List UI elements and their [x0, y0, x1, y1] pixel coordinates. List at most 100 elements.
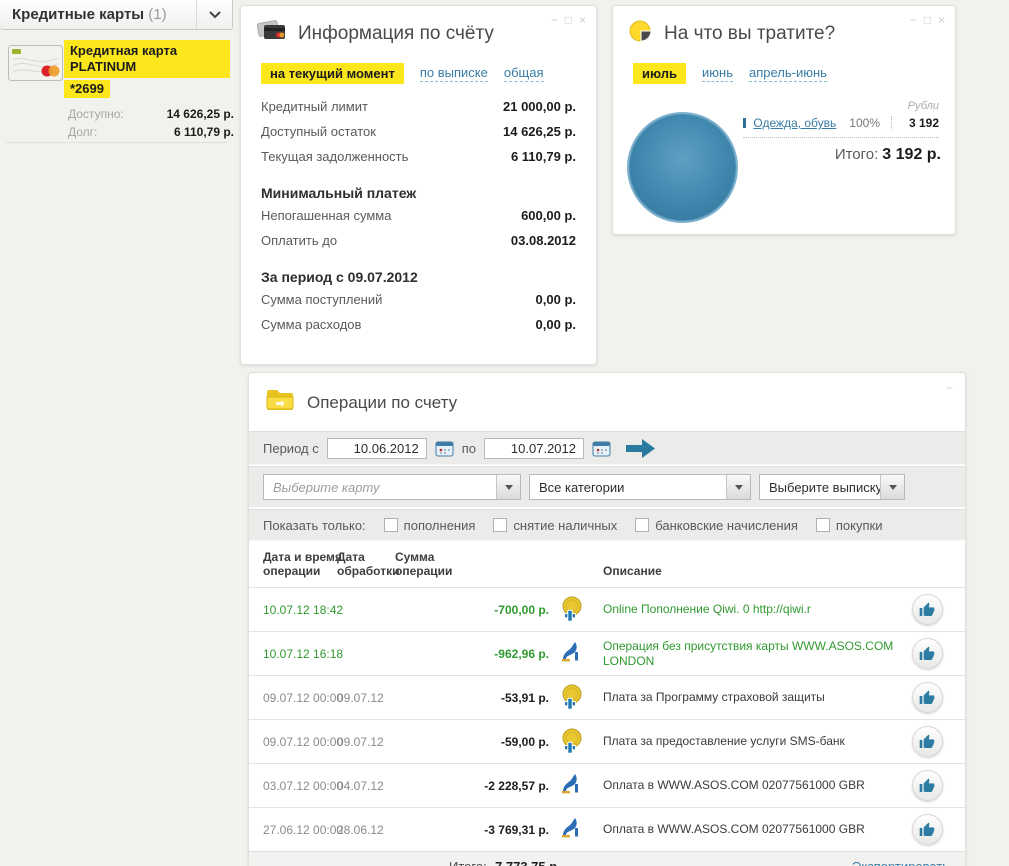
checkbox-cash-withdrawals[interactable]: снятие наличных — [493, 518, 617, 533]
credit-card-name[interactable]: Кредитная карта PLATINUM — [64, 40, 230, 78]
apply-period-arrow-button[interactable] — [626, 439, 656, 458]
credit-cards-dropdown[interactable]: Кредитные карты (1) — [0, 0, 233, 30]
select-filters-row: Выберите карту Все категории Выберите вы… — [249, 466, 965, 508]
minimize-icon[interactable]: − — [910, 14, 917, 26]
like-button[interactable] — [912, 594, 943, 625]
close-icon[interactable]: × — [938, 14, 945, 26]
info-row-pay-by: Оплатить до 03.08.2012 — [261, 233, 576, 258]
checkbox-bank-charges[interactable]: банковские начисления — [635, 518, 798, 533]
table-row: 09.07.12 00:00 09.07.12 -53,91 р. Плата … — [249, 675, 965, 719]
pay-by-value: 03.08.2012 — [511, 233, 576, 248]
period-label: Период с — [263, 441, 319, 456]
close-icon[interactable]: × — [579, 14, 586, 26]
operations-panel: Операции по счету − Период с по — [248, 372, 966, 866]
transactions-total-label: Итого: — [449, 859, 487, 866]
coin-plus-icon — [559, 596, 585, 624]
like-button[interactable] — [912, 770, 943, 801]
high-heel-shoe-icon — [559, 816, 585, 842]
minimize-icon[interactable]: − — [946, 381, 953, 395]
checkbox-purchases[interactable]: покупки — [816, 518, 883, 533]
tab-july[interactable]: июль — [633, 63, 686, 84]
high-heel-shoe-icon — [559, 772, 585, 798]
checkbox-icon[interactable] — [635, 518, 649, 532]
legend-marker-icon — [743, 118, 746, 128]
chevron-down-icon[interactable] — [196, 0, 232, 29]
tab-by-statement[interactable]: по выписке — [420, 65, 488, 82]
available-label: Доступно: — [68, 106, 124, 122]
tx-amount: -53,91 р. — [395, 691, 559, 705]
account-info-header: Информация по счёту — [241, 6, 596, 48]
spending-panel-window-controls: − □ × — [910, 14, 945, 26]
thumbs-up-icon — [919, 734, 935, 750]
maximize-icon[interactable]: □ — [924, 14, 931, 26]
period-filter-row: Период с по — [249, 431, 965, 465]
current-debt-label: Текущая задолженность — [261, 149, 408, 164]
tx-description: Online Пополнение Qiwi. 0 http://qiwi.r — [603, 602, 903, 617]
table-row: 03.07.12 00:00 04.07.12 -2 228,57 р. Опл… — [249, 763, 965, 807]
folder-icon — [265, 388, 295, 417]
account-info-rows: Кредитный лимит 21 000,00 р. Доступный о… — [241, 84, 596, 342]
like-button[interactable] — [912, 726, 943, 757]
spending-tabs: июль июнь апрель-июнь — [613, 48, 955, 84]
tx-category-icon — [559, 640, 589, 668]
maximize-icon[interactable]: □ — [565, 14, 572, 26]
tab-june[interactable]: июнь — [702, 65, 733, 82]
high-heel-shoe-icon — [559, 640, 585, 666]
category-select[interactable]: Все категории — [529, 474, 751, 500]
chevron-down-icon[interactable] — [880, 475, 904, 499]
table-row: 10.07.12 18:42 -700,00 р. Online Пополне… — [249, 587, 965, 631]
tx-datetime: 09.07.12 00:00 — [263, 691, 337, 705]
credit-card-thumbnail-icon — [8, 44, 63, 87]
chevron-down-icon[interactable] — [726, 475, 750, 499]
info-row-current-debt: Текущая задолженность 6 110,79 р. — [261, 149, 576, 174]
tx-description: Оплата в WWW.ASOS.COM 02077561000 GBR — [603, 822, 903, 837]
like-button[interactable] — [912, 814, 943, 845]
account-info-panel: − □ × Информация по счёту на текущий мом… — [240, 5, 597, 365]
tab-current-moment[interactable]: на текущий момент — [261, 63, 404, 84]
tx-amount: -700,00 р. — [395, 603, 559, 617]
debt-row: Долг: 6 110,79 р. — [68, 124, 234, 140]
account-info-tabs: на текущий момент по выписке общая — [241, 48, 596, 84]
checkbox-icon[interactable] — [816, 518, 830, 532]
credit-card-number: *2699 — [64, 80, 110, 98]
minimize-icon[interactable]: − — [551, 14, 558, 26]
info-row-available-balance: Доступный остаток 14 626,25 р. — [261, 124, 576, 149]
calendar-icon[interactable] — [592, 440, 611, 457]
chevron-down-icon[interactable] — [496, 475, 520, 499]
credit-card-summary[interactable]: Кредитная карта PLATINUM *2699 Доступно:… — [0, 40, 233, 140]
card-select[interactable]: Выберите карту — [263, 474, 521, 500]
period-section-title: За период с 09.07.2012 — [261, 269, 576, 285]
banking-app-screen: Кредитные карты (1) Кредитная карта PLAT… — [0, 0, 1009, 866]
tx-processed-date: 09.07.12 — [337, 691, 395, 705]
table-row: 09.07.12 00:00 09.07.12 -59,00 р. Плата … — [249, 719, 965, 763]
thumbs-up-icon — [919, 822, 935, 838]
statement-select[interactable]: Выберите выписку — [759, 474, 905, 500]
currency-column-header: Рубли — [869, 100, 939, 112]
date-from-input[interactable] — [327, 438, 427, 459]
pie-chart[interactable] — [627, 112, 738, 223]
calendar-icon[interactable] — [435, 440, 454, 457]
export-link[interactable]: Экспортировать — [852, 859, 949, 866]
tx-datetime: 10.07.12 18:42 — [263, 603, 337, 617]
tx-description: Плата за Программу страховой защиты — [603, 690, 903, 705]
legend-category-link[interactable]: Одежда, обувь — [753, 116, 836, 130]
date-to-input[interactable] — [484, 438, 584, 459]
tx-amount: -962,96 р. — [395, 647, 559, 661]
tab-general[interactable]: общая — [504, 65, 544, 82]
show-only-filter-row: Показать только: пополнения снятие налич… — [249, 509, 965, 541]
checkbox-icon[interactable] — [384, 518, 398, 532]
table-row: 27.06.12 00:00 28.06.12 -3 769,31 р. Опл… — [249, 807, 965, 851]
available-value: 14 626,25 р. — [167, 106, 234, 122]
col-header-amount: Суммаоперации — [395, 550, 559, 578]
sidebar-divider — [6, 142, 227, 143]
tx-processed-date: 28.06.12 — [337, 823, 395, 837]
checkbox-icon[interactable] — [493, 518, 507, 532]
tab-april-june[interactable]: апрель-июнь — [749, 65, 827, 82]
like-button[interactable] — [912, 638, 943, 669]
like-button[interactable] — [912, 682, 943, 713]
tx-amount: -3 769,31 р. — [395, 823, 559, 837]
income-sum-value: 0,00 р. — [536, 292, 576, 307]
checkbox-replenishments[interactable]: пополнения — [384, 518, 476, 533]
tx-datetime: 03.07.12 00:00 — [263, 779, 337, 793]
operations-header: Операции по счету − — [249, 373, 965, 431]
